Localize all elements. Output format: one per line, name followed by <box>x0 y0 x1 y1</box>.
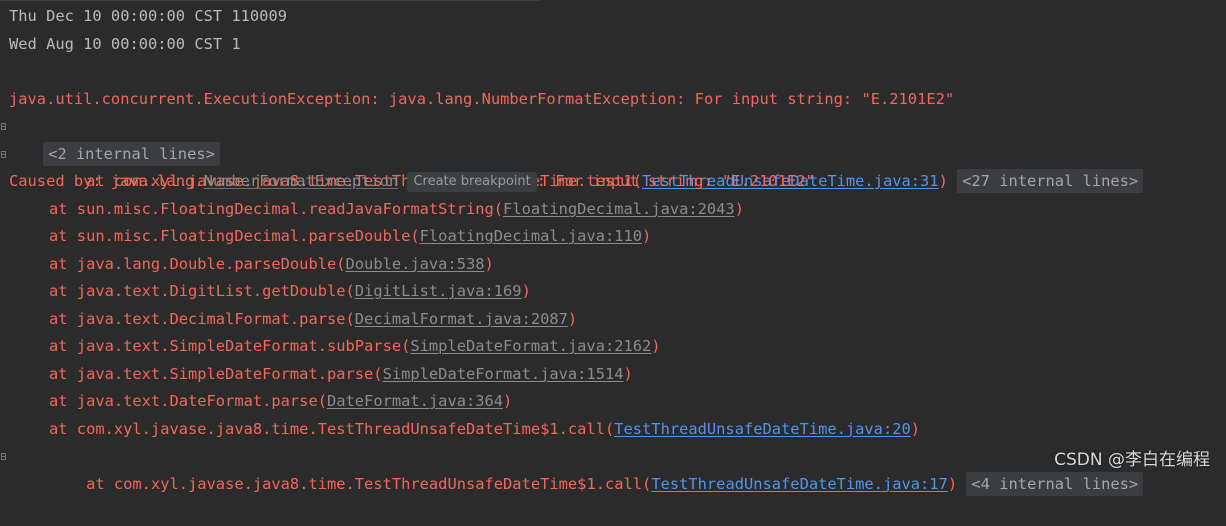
source-link[interactable]: DecimalFormat.java:2087 <box>355 310 568 328</box>
frame-close-paren: ) <box>734 199 744 218</box>
stack-frame: at com.xyl.javase.java8.time.TestThreadU… <box>0 443 1226 496</box>
fold-expand-icon[interactable] <box>1 453 6 460</box>
frame-close-paren: ) <box>651 337 661 355</box>
internal-lines-fold[interactable]: <4 internal lines> <box>966 471 1144 496</box>
frame-close-paren: ) <box>567 309 578 328</box>
stack-frames-list: at sun.misc.FloatingDecimal.readJavaForm… <box>0 196 1226 416</box>
stack-frame: at sun.misc.FloatingDecimal.readJavaForm… <box>0 196 1226 224</box>
frame-method: at com.xyl.javase.java8.time.TestThreadU… <box>49 419 615 438</box>
caused-by-prefix: Caused by: java.lang. <box>9 172 204 190</box>
frame-method: at java.text.DateFormat.parse( <box>49 392 327 410</box>
stack-frame: at java.text.DigitList.getDouble(DigitLi… <box>0 278 1226 306</box>
source-link[interactable]: TestThreadUnsafeDateTime.java:17 <box>651 475 948 493</box>
stack-frame: at sun.misc.FloatingDecimal.parseDouble(… <box>0 223 1226 251</box>
stack-frame: at java.lang.Double.parseDouble(Double.j… <box>0 251 1226 279</box>
frame-method: at java.text.SimpleDateFormat.parse( <box>49 364 383 383</box>
exception-header-line: java.util.concurrent.ExecutionException:… <box>0 86 1226 114</box>
caused-by-line: Caused by: java.lang.NumberFormatExcepti… <box>0 168 1226 196</box>
frame-method: at sun.misc.FloatingDecimal.readJavaForm… <box>49 199 504 218</box>
frame-method: at java.text.DecimalFormat.parse( <box>49 309 355 328</box>
stack-frame: at com.xyl.javase.java8.time.TestThreadU… <box>0 416 1226 444</box>
source-link[interactable]: TestThreadUnsafeDateTime.java:20 <box>614 420 911 438</box>
exception-class-link[interactable]: NumberFormatException <box>204 172 399 190</box>
frame-method: at com.xyl.javase.java8.time.TestThreadU… <box>86 474 652 493</box>
stdout-line: Thu Dec 10 00:00:00 CST 110009 <box>0 3 1226 31</box>
frame-close-paren: ) <box>910 419 921 438</box>
caused-by-message: : For input string: "E.2101E2" <box>536 172 815 190</box>
fold-expand-icon[interactable] <box>1 150 6 158</box>
frame-close-paren: ) <box>947 474 958 493</box>
csdn-watermark: CSDN @李白在编程 <box>1054 450 1210 470</box>
source-link[interactable]: SimpleDateFormat.java:2162 <box>410 337 651 355</box>
frame-method: at java.text.DigitList.getDouble( <box>49 282 355 300</box>
source-link[interactable]: Double.java:538 <box>346 255 485 273</box>
stack-frame: at java.text.DateFormat.parse(DateFormat… <box>0 388 1226 416</box>
stack-frame: at com.xyl.javase.java8.time.TestThreadU… <box>0 141 1226 193</box>
folded-frames-line: <2 internal lines> <box>0 113 1226 166</box>
source-link[interactable]: SimpleDateFormat.java:1514 <box>383 365 624 383</box>
frame-close-paren: ) <box>623 364 633 383</box>
create-breakpoint-tooltip[interactable]: Create breakpoint <box>407 172 537 192</box>
frame-close-paren: ) <box>642 227 652 245</box>
stack-frame: at java.text.DecimalFormat.parse(Decimal… <box>0 306 1226 334</box>
exception-header: java.util.concurrent.ExecutionException:… <box>9 89 955 108</box>
stdout-line: Wed Aug 10 00:00:00 CST 1 <box>0 31 1226 59</box>
source-link[interactable]: FloatingDecimal.java:2043 <box>503 200 735 218</box>
fold-expand-icon[interactable] <box>1 123 6 130</box>
frame-method: at sun.misc.FloatingDecimal.parseDouble( <box>49 227 420 245</box>
frame-close-paren: ) <box>503 392 513 410</box>
frame-method: at java.lang.Double.parseDouble( <box>49 254 346 273</box>
source-link[interactable]: DateFormat.java:364 <box>327 392 503 410</box>
stdout-text: Wed Aug 10 00:00:00 CST 1 <box>9 34 241 53</box>
top-divider <box>0 0 540 1</box>
frame-method: at java.text.SimpleDateFormat.subParse( <box>49 337 411 355</box>
stack-frame: at java.text.SimpleDateFormat.subParse(S… <box>0 333 1226 361</box>
stdout-text: Thu Dec 10 00:00:00 CST 110009 <box>9 7 287 25</box>
frame-close-paren: ) <box>521 282 531 300</box>
source-link[interactable]: FloatingDecimal.java:110 <box>420 227 642 245</box>
source-link[interactable]: DigitList.java:169 <box>355 282 522 300</box>
stack-frame: at java.text.SimpleDateFormat.parse(Simp… <box>0 361 1226 389</box>
frame-close-paren: ) <box>484 254 494 273</box>
run-console-output[interactable]: Thu Dec 10 00:00:00 CST 110009 Wed Aug 1… <box>0 3 1226 496</box>
